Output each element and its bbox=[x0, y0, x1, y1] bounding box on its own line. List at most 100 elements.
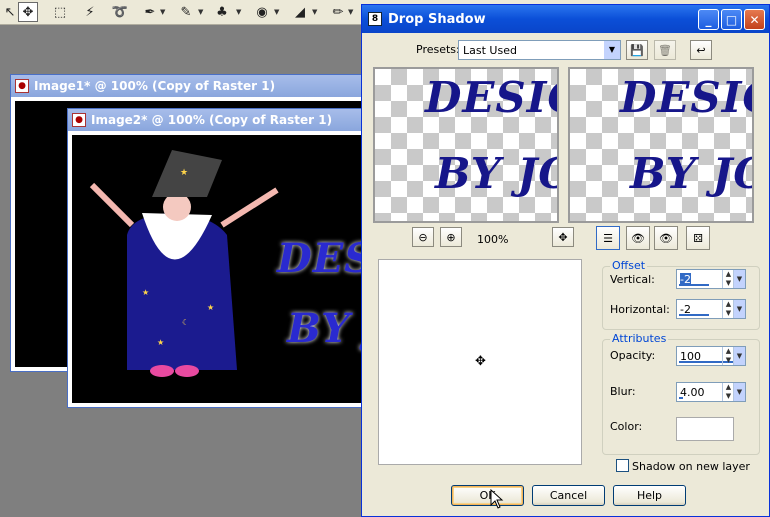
horizontal-slider-bar[interactable] bbox=[679, 314, 709, 316]
list-icon: ☰ bbox=[603, 231, 613, 245]
offset-legend: Offset bbox=[610, 259, 648, 272]
reset-button[interactable]: ↩ bbox=[690, 40, 712, 60]
svg-text:★: ★ bbox=[142, 288, 149, 297]
preview-text-line2: BY JO bbox=[630, 149, 752, 198]
horizontal-label: Horizontal: bbox=[610, 303, 670, 316]
vertical-slider-bar[interactable] bbox=[679, 284, 709, 286]
presets-dropdown[interactable]: Last Used ▼ bbox=[458, 40, 621, 60]
image2-canvas[interactable]: ★ ★ ☾ ★ ★ DESI BY J bbox=[72, 135, 366, 403]
maximize-icon: □ bbox=[725, 12, 738, 27]
help-button[interactable]: Help bbox=[613, 485, 686, 506]
dropper-icon[interactable]: ✒ bbox=[140, 2, 160, 22]
dodge-icon[interactable]: ◉ bbox=[252, 2, 272, 22]
zoom-out-icon: ⊖ bbox=[418, 230, 428, 244]
svg-text:☾: ☾ bbox=[182, 318, 189, 327]
maximize-button[interactable]: □ bbox=[721, 9, 742, 30]
chevron-down-icon[interactable]: ▼ bbox=[604, 41, 620, 59]
svg-text:★: ★ bbox=[207, 303, 214, 312]
auto-proof-button[interactable]: 👁 bbox=[654, 226, 678, 250]
selection-tool-icon[interactable]: ⬚ bbox=[50, 2, 70, 22]
chevron-down-icon[interactable]: ▼ bbox=[733, 347, 745, 365]
lasso-icon[interactable]: ➰ bbox=[110, 2, 130, 22]
presets-value: Last Used bbox=[463, 44, 517, 57]
zoom-in-button[interactable]: ⊕ bbox=[440, 227, 462, 247]
blur-value[interactable]: 4.00 bbox=[680, 386, 705, 399]
blur-slider-bar[interactable] bbox=[679, 397, 683, 399]
shadow-color-swatch[interactable] bbox=[676, 417, 734, 441]
eraser-icon[interactable]: ✏ bbox=[328, 2, 348, 22]
image-window-icon: ● bbox=[72, 113, 86, 127]
blur-label: Blur: bbox=[610, 385, 636, 398]
vertical-spinbox[interactable]: -2 ▲ ▼ ▼ bbox=[676, 269, 746, 289]
before-preview[interactable]: DESIGN BY JO bbox=[373, 67, 559, 223]
pen-menu-arrow-icon[interactable]: ▼ bbox=[198, 8, 203, 16]
after-preview[interactable]: DESIGN BY JO bbox=[568, 67, 754, 223]
minimize-button[interactable]: _ bbox=[698, 9, 719, 30]
chevron-down-icon[interactable]: ▼ bbox=[733, 270, 745, 288]
cancel-label: Cancel bbox=[549, 489, 588, 502]
clone-menu-arrow-icon[interactable]: ▼ bbox=[236, 8, 241, 16]
shadow-direction-pad[interactable]: ✥ bbox=[378, 259, 582, 465]
undo-arrow-icon: ↩ bbox=[696, 43, 706, 57]
zoom-level: 100% bbox=[477, 233, 509, 246]
image1-titlebar[interactable]: ● Image1* @ 100% (Copy of Raster 1) bbox=[11, 75, 369, 97]
dialog-app-icon: 8 bbox=[368, 12, 382, 26]
image2-window[interactable]: ● Image2* @ 100% (Copy of Raster 1) ★ ★ … bbox=[67, 108, 367, 408]
randomize-button[interactable]: ⚄ bbox=[686, 226, 710, 250]
zoom-in-icon: ⊕ bbox=[446, 230, 456, 244]
dialog-title: Drop Shadow bbox=[388, 11, 486, 27]
image2-titlebar[interactable]: ● Image2* @ 100% (Copy of Raster 1) bbox=[68, 109, 366, 131]
image2-title: Image2* @ 100% (Copy of Raster 1) bbox=[91, 113, 333, 127]
dice-icon: ⚄ bbox=[693, 231, 703, 245]
horizontal-spinbox[interactable]: -2 ▲ ▼ ▼ bbox=[676, 299, 746, 319]
trash-icon: 🗑 bbox=[658, 43, 672, 57]
image1-title: Image1* @ 100% (Copy of Raster 1) bbox=[34, 79, 276, 93]
chevron-down-icon[interactable]: ▼ bbox=[733, 300, 745, 318]
image-window-icon: ● bbox=[15, 79, 29, 93]
minimize-icon: _ bbox=[705, 12, 712, 27]
svg-text:★: ★ bbox=[157, 338, 164, 347]
mouse-cursor-icon bbox=[490, 489, 504, 509]
shadow-new-layer-checkbox[interactable] bbox=[616, 459, 629, 472]
vertical-label: Vertical: bbox=[610, 273, 655, 286]
preview-text-line1: DESIGN bbox=[425, 73, 557, 122]
dropper-menu-arrow-icon[interactable]: ▼ bbox=[160, 8, 165, 16]
move-tool-icon[interactable]: ✥ bbox=[18, 2, 38, 22]
canvas-text-line2: BY J bbox=[287, 305, 366, 352]
zoom-out-button[interactable]: ⊖ bbox=[412, 227, 434, 247]
eraser-menu-arrow-icon[interactable]: ▼ bbox=[348, 8, 353, 16]
move-icon: ✥ bbox=[558, 230, 568, 244]
attributes-legend: Attributes bbox=[610, 332, 669, 345]
opacity-spinbox[interactable]: 100 ▲ ▼ ▼ bbox=[676, 346, 746, 366]
magic-wand-icon[interactable]: ⚡ bbox=[80, 2, 100, 22]
direction-target-icon[interactable]: ✥ bbox=[475, 354, 486, 369]
presets-label: Presets: bbox=[416, 43, 460, 56]
canvas-text-line1: DESI bbox=[277, 235, 366, 282]
fill-icon[interactable]: ◢ bbox=[290, 2, 310, 22]
fill-menu-arrow-icon[interactable]: ▼ bbox=[312, 8, 317, 16]
close-button[interactable]: ✕ bbox=[744, 9, 765, 30]
drop-shadow-dialog: 8 Drop Shadow _ □ ✕ Presets: Last Used ▼… bbox=[361, 4, 770, 517]
shadow-new-layer-label[interactable]: Shadow on new layer bbox=[632, 460, 750, 473]
dodge-menu-arrow-icon[interactable]: ▼ bbox=[274, 8, 279, 16]
delete-preset-button[interactable]: 🗑 bbox=[654, 40, 676, 60]
proof-toggle-button[interactable]: ☰ bbox=[596, 226, 620, 250]
floppy-disk-icon: 💾 bbox=[630, 43, 644, 57]
cancel-button[interactable]: Cancel bbox=[532, 485, 605, 506]
eye-icon: 👁 bbox=[659, 231, 673, 245]
preview-text-line1: DESIGN bbox=[620, 73, 752, 122]
color-label: Color: bbox=[610, 420, 643, 433]
pen-icon[interactable]: ✎ bbox=[176, 2, 196, 22]
blur-spinbox[interactable]: 4.00 ▲ ▼ ▼ bbox=[676, 382, 746, 402]
clone-icon[interactable]: ♣ bbox=[212, 2, 232, 22]
save-preset-button[interactable]: 💾 bbox=[626, 40, 648, 60]
eye-lock-icon: 👁 bbox=[631, 231, 645, 245]
help-label: Help bbox=[636, 489, 663, 502]
arrow-tool-icon[interactable]: ↖ bbox=[0, 2, 20, 22]
ok-button[interactable]: OK bbox=[451, 485, 524, 506]
opacity-label: Opacity: bbox=[610, 349, 656, 362]
svg-text:★: ★ bbox=[180, 168, 188, 178]
preview-on-image-button[interactable]: 👁 bbox=[626, 226, 650, 250]
chevron-down-icon[interactable]: ▼ bbox=[733, 383, 745, 401]
pan-button[interactable]: ✥ bbox=[552, 227, 574, 247]
